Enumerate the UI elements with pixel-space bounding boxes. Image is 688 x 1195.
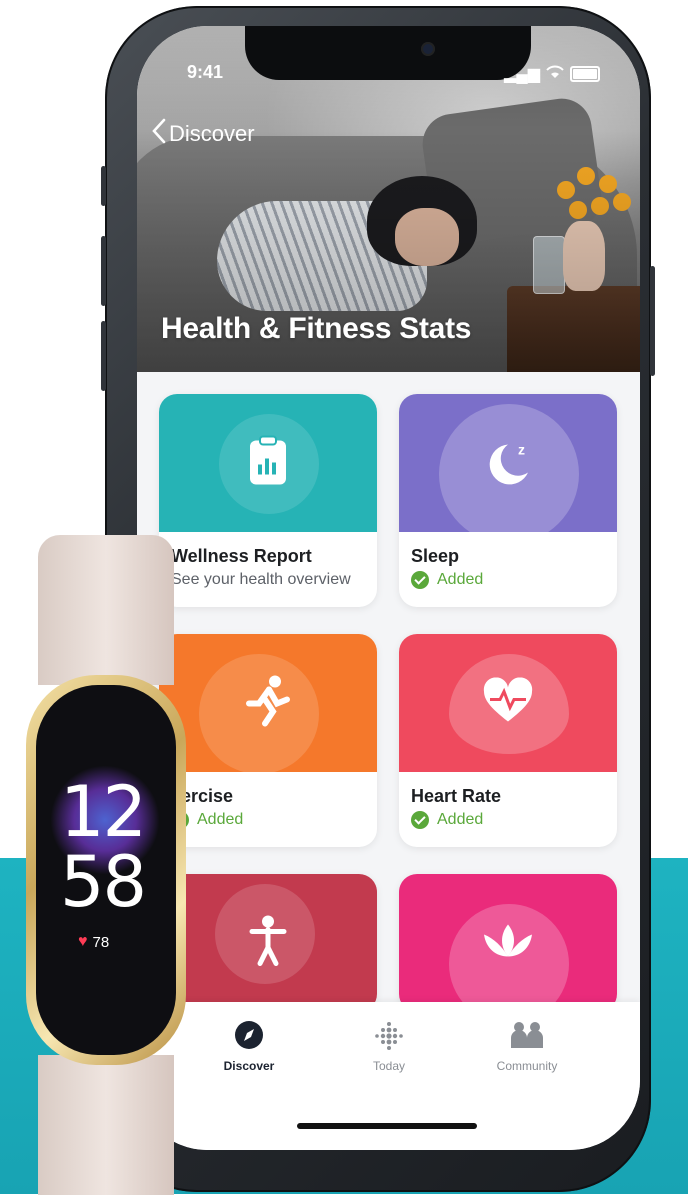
check-circle-icon [411, 571, 429, 589]
card-title: Sleep [411, 546, 460, 566]
home-indicator[interactable] [297, 1123, 477, 1129]
svg-text:z: z [518, 442, 525, 458]
card-mobility[interactable] [159, 874, 377, 1012]
bottom-nav: Discover Today Community [137, 1002, 640, 1150]
card-image [159, 394, 377, 532]
clock-hour: 12 [60, 771, 147, 853]
running-person-icon [243, 674, 293, 733]
heart-rate-value: 78 [92, 933, 110, 951]
fitbit-dots-icon [374, 1022, 404, 1053]
heart-icon: ♥ [78, 933, 88, 950]
volume-down-button [101, 321, 106, 391]
heart-pulse-icon [482, 677, 534, 729]
card-heart-rate[interactable]: Heart Rate Added [399, 634, 617, 847]
card-image [159, 634, 377, 772]
page-title: Health & Fitness Stats [161, 312, 472, 345]
card-image [399, 874, 617, 1012]
compass-icon [234, 1021, 264, 1053]
band-strap-bottom [38, 1055, 174, 1195]
status-icons: ▂▄▆ [504, 64, 600, 84]
band-display: 12 58 ♥ 78 [36, 685, 176, 1055]
tab-label: Community [496, 1059, 558, 1073]
band-strap-top [38, 535, 174, 685]
wifi-icon [546, 65, 564, 84]
tab-label: Discover [223, 1059, 275, 1073]
band-clock: 12 58 [60, 771, 147, 923]
card-subtitle: See your health overview [171, 571, 351, 588]
notch [245, 26, 531, 80]
back-button[interactable]: Discover [151, 118, 255, 150]
front-camera-icon [421, 42, 435, 56]
card-title: Heart Rate [411, 786, 502, 806]
check-circle-icon [411, 811, 429, 829]
card-status-label: Added [197, 811, 244, 828]
volume-up-button [101, 236, 106, 306]
signal-icon: ▂▄▆ [504, 66, 540, 83]
card-title: xercise [171, 786, 234, 806]
card-image [399, 634, 617, 772]
stretching-person-icon [244, 914, 292, 973]
battery-icon [570, 66, 600, 82]
band-heart-rate: ♥ 78 [78, 933, 109, 951]
fitbit-band: 12 58 ♥ 78 [26, 535, 186, 1195]
lotus-icon [480, 921, 536, 966]
status-time: 9:41 [187, 62, 224, 82]
clock-minute: 58 [60, 841, 147, 923]
tab-community[interactable]: Community [467, 1020, 587, 1073]
band-case: 12 58 ♥ 78 [26, 675, 186, 1065]
card-status: Added [399, 571, 617, 607]
cards-grid: Wellness Report See your health overview… [137, 372, 640, 1012]
card-status: Added [159, 811, 377, 847]
card-wellness-report[interactable]: Wellness Report See your health overview [159, 394, 377, 607]
card-mindfulness[interactable] [399, 874, 617, 1012]
tab-today[interactable]: Today [329, 1020, 449, 1073]
silent-switch [101, 166, 106, 206]
phone-screen: 9:41 ▂▄▆ Discover Health & Fitness Stats… [137, 26, 640, 1150]
chevron-left-icon [151, 118, 167, 150]
clipboard-chart-icon [246, 435, 290, 492]
tab-label: Today [372, 1059, 406, 1073]
card-title: Wellness Report [171, 546, 312, 566]
card-status-label: Added [437, 571, 484, 588]
moon-zz-icon: z [478, 435, 538, 492]
back-label: Discover [169, 121, 255, 146]
card-status-label: Added [437, 811, 484, 828]
card-image: z [399, 394, 617, 532]
card-image [159, 874, 377, 1012]
tab-discover[interactable]: Discover [189, 1020, 309, 1073]
card-sleep[interactable]: z Sleep Added [399, 394, 617, 607]
card-exercise[interactable]: xercise Added [159, 634, 377, 847]
card-status: Added [399, 811, 617, 847]
power-button [650, 266, 655, 376]
people-icon [509, 1022, 545, 1053]
